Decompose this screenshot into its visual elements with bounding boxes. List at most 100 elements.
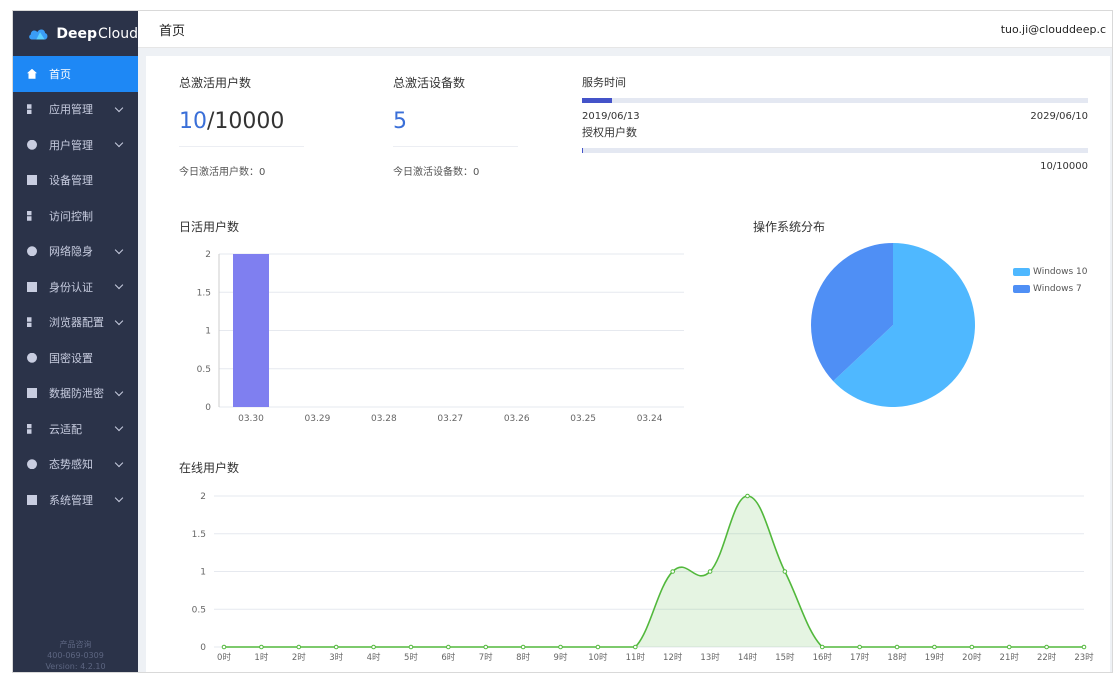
data-point[interactable] xyxy=(745,493,750,499)
x-tick-label: 17时 xyxy=(850,652,870,663)
x-tick-label: 03.29 xyxy=(305,414,331,424)
data-point[interactable] xyxy=(408,644,414,650)
chevron-down-icon xyxy=(114,103,124,112)
device-icon xyxy=(27,175,37,186)
divider xyxy=(179,146,304,147)
chevron-down-icon xyxy=(114,138,124,148)
y-tick-label: 1.5 xyxy=(197,288,211,298)
sidebar-item-0[interactable]: 首页 xyxy=(13,56,138,92)
sidebar-item-label: 数据防泄密 xyxy=(49,387,104,401)
x-tick-label: 19时 xyxy=(925,652,945,663)
sidebar-item-4[interactable]: 访问控制 xyxy=(13,198,138,234)
service-time-fill xyxy=(582,98,613,103)
data-point[interactable] xyxy=(446,644,451,650)
data-point[interactable] xyxy=(221,644,227,650)
sidebar-item-7[interactable]: 浏览器配置 xyxy=(13,305,138,341)
footer-version: Version: 4.2.10 xyxy=(45,662,106,671)
sidebar-item-3[interactable]: 设备管理 xyxy=(13,163,138,199)
x-tick-label: 16时 xyxy=(813,652,833,663)
sidebar-item-label: 云适配 xyxy=(49,422,82,436)
user-account[interactable]: tuo.ji@clouddeep.c xyxy=(1001,23,1106,36)
sidebar-item-5[interactable]: 网络隐身 xyxy=(13,234,138,270)
service-time-label: 服务时间 xyxy=(582,76,626,89)
data-point[interactable] xyxy=(819,644,825,650)
legend-label: Windows 7 xyxy=(1033,283,1082,294)
y-tick-label: 2 xyxy=(205,250,211,260)
footer-phone: 400-069-0309 xyxy=(47,651,104,660)
sidebar-menu: 首页应用管理用户管理设备管理 访问控制网络隐身身份认证 浏览器配置 国密设置数据防泄密… xyxy=(13,56,138,518)
x-tick-label: 2时 xyxy=(292,652,306,663)
data-point[interactable] xyxy=(333,644,339,650)
data-point[interactable] xyxy=(520,644,526,650)
x-tick-label: 14时 xyxy=(738,652,758,663)
total-users-card: 总激活用户数 10/10000 今日激活用户数：0 xyxy=(179,74,304,178)
data-point[interactable] xyxy=(558,644,563,650)
x-tick-label: 0时 xyxy=(217,652,231,663)
legend-item[interactable]: Windows 10 xyxy=(1013,263,1088,280)
chevron-down-icon xyxy=(114,245,124,254)
data-point[interactable] xyxy=(894,644,900,650)
x-tick-label: 03.27 xyxy=(437,414,463,424)
x-tick-label: 7时 xyxy=(479,652,493,663)
cloud-adapt-icon xyxy=(27,423,32,434)
data-point[interactable] xyxy=(782,569,788,574)
chevron-down-icon xyxy=(114,422,124,432)
sidebar-item-11[interactable]: 态势感知 xyxy=(13,447,138,483)
shield-icon xyxy=(27,246,37,257)
y-tick-label: 2 xyxy=(200,492,206,502)
sidebar-item-9[interactable]: 数据防泄密 xyxy=(13,376,138,412)
active-devices-count: 5 xyxy=(393,109,407,134)
brand-name-light: Cloud xyxy=(98,25,138,42)
legend-swatch xyxy=(1013,267,1030,276)
data-point[interactable] xyxy=(1081,644,1087,650)
sidebar-item-2[interactable]: 用户管理 xyxy=(13,127,138,163)
sidebar-item-label: 首页 xyxy=(49,67,71,81)
sidebar-item-10[interactable]: 云适配 xyxy=(13,411,138,447)
today-devices: 今日激活设备数：0 xyxy=(393,167,480,178)
sidebar-item-12[interactable]: 系统管理 xyxy=(13,482,138,518)
data-point[interactable] xyxy=(670,569,675,574)
data-point[interactable] xyxy=(969,644,975,650)
x-tick-label: 3时 xyxy=(329,652,343,663)
data-point[interactable] xyxy=(483,644,489,650)
x-tick-label: 18时 xyxy=(887,652,907,663)
sidebar-item-6[interactable]: 身份认证 xyxy=(13,269,138,305)
legend-item[interactable]: Windows 7 xyxy=(1013,280,1088,297)
total-users-label: 总激活用户数 xyxy=(179,76,252,90)
today-users: 今日激活用户数：0 xyxy=(179,167,266,178)
monitor-icon xyxy=(27,459,37,470)
browser-icon xyxy=(27,317,32,328)
x-tick-label: 20时 xyxy=(962,652,982,663)
y-tick-label: 0.5 xyxy=(192,605,206,615)
top-header: 首页 tuo.ji@clouddeep.c xyxy=(138,11,1112,48)
auth-users-label: 授权用户数 xyxy=(582,126,637,139)
legend-label: Windows 10 xyxy=(1033,266,1088,277)
sidebar-item-label: 网络隐身 xyxy=(49,245,93,259)
active-users-count: 10 xyxy=(179,109,207,134)
data-point[interactable] xyxy=(932,644,937,650)
brand[interactable]: Deep Cloud xyxy=(13,11,138,56)
sidebar-item-label: 用户管理 xyxy=(49,138,93,152)
data-point[interactable] xyxy=(707,569,713,574)
data-point[interactable] xyxy=(633,644,638,650)
data-point[interactable] xyxy=(1044,644,1049,650)
x-tick-label: 9时 xyxy=(554,652,568,663)
x-tick-label: 03.24 xyxy=(637,414,663,424)
x-tick-label: 12时 xyxy=(663,652,683,663)
daily-active-title: 日活用户数 xyxy=(179,220,240,234)
daily-active-chart: 0 0.5 1 1.5 2 03.30 03.29 03.28 03.27 03.26 03.25 0… xyxy=(197,250,684,424)
sidebar-item-1[interactable]: 应用管理 xyxy=(13,92,138,128)
data-point[interactable] xyxy=(595,644,601,650)
data-point[interactable] xyxy=(1006,644,1012,650)
sidebar-item-label: 系统管理 xyxy=(49,493,93,507)
data-point[interactable] xyxy=(296,644,302,650)
data-point[interactable] xyxy=(857,644,862,650)
y-tick-label: 1 xyxy=(205,327,211,337)
chevron-down-icon xyxy=(114,316,124,325)
x-tick-label: 1时 xyxy=(254,652,268,663)
data-point[interactable] xyxy=(259,644,264,650)
bar[interactable] xyxy=(233,254,269,407)
data-point[interactable] xyxy=(371,644,376,650)
sidebar-item-label: 态势感知 xyxy=(49,458,93,472)
sidebar-item-8[interactable]: 国密设置 xyxy=(13,340,138,376)
